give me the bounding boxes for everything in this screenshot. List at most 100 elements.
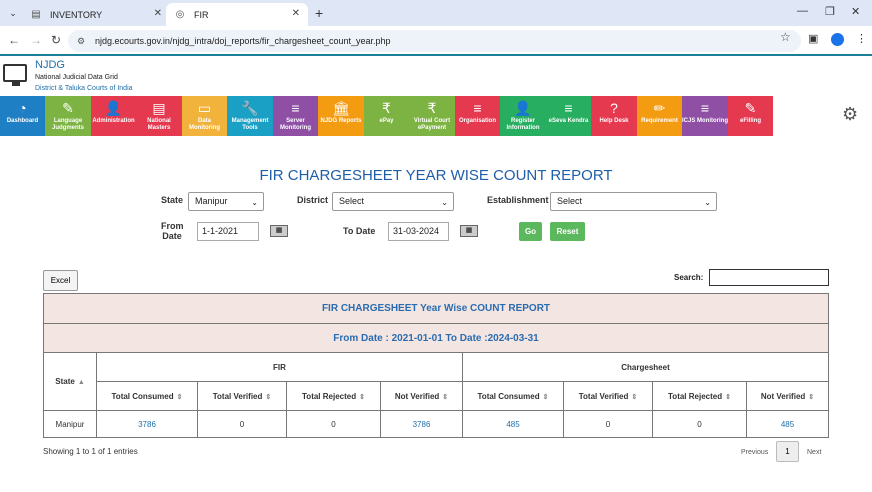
reload-icon[interactable]: ↻ xyxy=(51,33,61,47)
forward-icon[interactable]: → xyxy=(30,33,42,47)
menu-item-help-desk[interactable]: ? Help Desk xyxy=(591,96,637,136)
tab-fir[interactable]: ◎ FIR ✕ xyxy=(166,3,308,26)
menu-item-virtual-court-epayment[interactable]: ₹ Virtual Court ePayment xyxy=(409,96,455,136)
menu-item-register-information[interactable]: 👤 Register Information xyxy=(500,96,546,136)
table-cell[interactable]: 3786 xyxy=(380,410,463,438)
sort-asc-icon: ▲ xyxy=(77,379,85,386)
col-group-fir: FIR xyxy=(96,352,463,382)
from-date-input[interactable]: 1-1-2021 xyxy=(197,222,259,241)
col-header-label: Total Rejected xyxy=(668,391,723,401)
server-icon: ≡ xyxy=(700,100,710,116)
restore-icon[interactable]: ❐ xyxy=(825,5,835,18)
search-input[interactable] xyxy=(709,269,829,286)
menu-item-server-monitoring[interactable]: ≡ Server Monitoring xyxy=(273,96,318,136)
new-tab-icon[interactable]: + xyxy=(315,5,323,21)
menu-item-national-masters[interactable]: ▤ National Masters xyxy=(136,96,182,136)
calendar-icon[interactable]: ▦ xyxy=(460,225,478,237)
col-header-not-verified[interactable]: Not Verified ⇕ xyxy=(746,381,829,411)
col-header-total-rejected[interactable]: Total Rejected ⇕ xyxy=(652,381,747,411)
window-close-icon[interactable]: ✕ xyxy=(851,5,860,18)
go-button[interactable]: Go xyxy=(519,222,542,241)
menu-item-label: Dashboard xyxy=(6,118,39,124)
menu-item-requirement[interactable]: ✏ Requirement xyxy=(637,96,682,136)
kebab-menu-icon[interactable]: ⋮ xyxy=(856,32,867,45)
state-select[interactable]: Manipur ⌄ xyxy=(188,192,264,211)
menu-item-label: ICJS Monitoring xyxy=(682,118,728,124)
col-header-total-verified[interactable]: Total Verified ⇕ xyxy=(563,381,653,411)
menu-item-eseva-kendra[interactable]: ≡ eSeva Kendra xyxy=(546,96,591,136)
server-icon: ≡ xyxy=(564,100,573,116)
address-bar[interactable]: ⚙ njdg.ecourts.gov.in/njdg_intra/doj_rep… xyxy=(68,30,801,52)
col-group-chargesheet: Chargesheet xyxy=(462,352,829,382)
menu-item-label: Language Judgments xyxy=(51,118,84,131)
menu-item-label: Register Information xyxy=(506,118,540,131)
excel-export-button[interactable]: Excel xyxy=(43,270,78,291)
profile-avatar[interactable] xyxy=(831,33,844,46)
table-cell[interactable]: 3786 xyxy=(96,410,198,438)
bank-icon: 🏛 xyxy=(332,100,350,116)
col-header-total-verified[interactable]: Total Verified ⇕ xyxy=(197,381,287,411)
tab-inventory[interactable]: ▤ INVENTORY ✕ xyxy=(22,3,170,26)
from-date-label: From Date xyxy=(161,221,184,241)
user-icon: 👤 xyxy=(514,100,532,116)
cell-state: Manipur xyxy=(43,410,97,438)
menu-item-icjs-monitoring[interactable]: ≡ ICJS Monitoring xyxy=(682,96,728,136)
sort-icon: ⇕ xyxy=(808,393,815,401)
sidepanel-icon[interactable]: ▣ xyxy=(808,32,818,45)
close-icon[interactable]: ✕ xyxy=(292,8,300,19)
menu-item-label: Organisation xyxy=(458,118,496,124)
menu-item-label: NJDG Reports xyxy=(320,118,362,124)
district-select[interactable]: Select ⌄ xyxy=(332,192,454,211)
col-header-label: Not Verified xyxy=(760,391,806,401)
establishment-select[interactable]: Select ⌄ xyxy=(550,192,717,211)
rupee-icon: ₹ xyxy=(382,100,391,116)
menu-item-label: ePay xyxy=(379,118,394,124)
dashboard-icon: ◔ xyxy=(18,100,27,116)
menu-item-label: Virtual Court ePayment xyxy=(413,118,451,131)
site-info-icon[interactable]: ⚙ xyxy=(77,30,85,52)
calendar-icon[interactable]: ▦ xyxy=(270,225,288,237)
chevron-down-icon: ⌄ xyxy=(441,198,448,207)
menu-item-dashboard[interactable]: ◔ Dashboard xyxy=(0,96,45,136)
col-header-total-consumed[interactable]: Total Consumed ⇕ xyxy=(462,381,564,411)
tab-search-icon[interactable]: ⌄ xyxy=(6,6,20,20)
menu-item-administration[interactable]: 👤 Administration xyxy=(91,96,136,136)
menu-item-language-judgments[interactable]: ✎ Language Judgments xyxy=(45,96,91,136)
col-header-total-consumed[interactable]: Total Consumed ⇕ xyxy=(96,381,198,411)
pagination-next[interactable]: Next xyxy=(807,449,821,456)
reset-button[interactable]: Reset xyxy=(550,222,585,241)
pagination-previous[interactable]: Previous xyxy=(741,449,768,456)
njdg-logo-icon xyxy=(3,64,27,86)
tab-label: INVENTORY xyxy=(50,9,103,20)
menu-item-organisation[interactable]: ≡ Organisation xyxy=(455,96,500,136)
menu-item-njdg-reports[interactable]: 🏛 NJDG Reports xyxy=(318,96,364,136)
menu-item-data-monitoring[interactable]: ▭ Data Monitoring xyxy=(182,96,227,136)
back-icon[interactable]: ← xyxy=(8,33,20,47)
menu-item-epay[interactable]: ₹ ePay xyxy=(364,96,409,136)
col-header-not-verified[interactable]: Not Verified ⇕ xyxy=(380,381,463,411)
table-cell[interactable]: 485 xyxy=(746,410,829,438)
establishment-value: Select xyxy=(557,196,583,206)
menu-item-label: eSeva Kendra xyxy=(548,118,589,124)
col-header-total-rejected[interactable]: Total Rejected ⇕ xyxy=(286,381,381,411)
settings-gear-icon[interactable]: ⚙ xyxy=(842,104,858,125)
state-value: Manipur xyxy=(195,196,228,206)
menu-item-label: National Masters xyxy=(147,118,171,131)
sort-icon: ⇕ xyxy=(542,393,549,401)
close-icon[interactable]: ✕ xyxy=(154,8,162,19)
minimize-icon[interactable]: — xyxy=(797,5,808,17)
pagination-current-page[interactable]: 1 xyxy=(776,441,799,462)
col-header-state[interactable]: State ▲ xyxy=(43,352,97,411)
menu-item-label: Requirement xyxy=(641,118,678,124)
to-date-input[interactable]: 31-03-2024 xyxy=(388,222,449,241)
table-cell[interactable]: 485 xyxy=(462,410,564,438)
menu-item-efilling[interactable]: ✎ eFilling xyxy=(728,96,773,136)
district-label: District xyxy=(297,195,329,205)
server-icon: ≡ xyxy=(291,100,300,116)
monitor-icon: ▭ xyxy=(197,100,212,116)
menu-item-management-tools[interactable]: 🔧 Management Tools xyxy=(227,96,273,136)
table-info: Showing 1 to 1 of 1 entries xyxy=(43,447,138,456)
brand-name[interactable]: NJDG xyxy=(35,59,65,71)
bookmark-star-icon[interactable]: ☆ xyxy=(780,30,791,44)
table-cell: 0 xyxy=(286,410,381,438)
